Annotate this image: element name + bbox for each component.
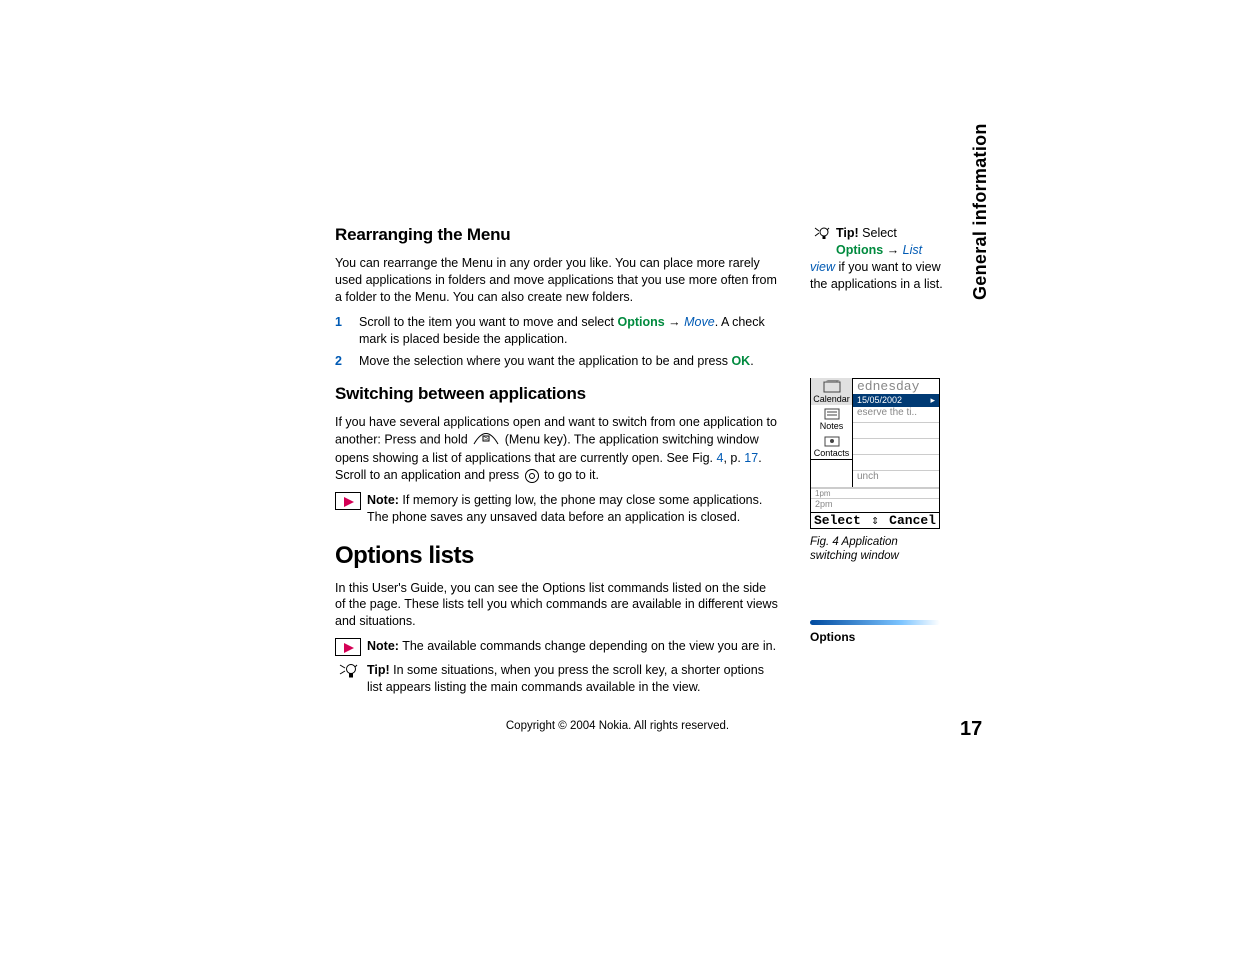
- ok-link: OK: [731, 354, 750, 368]
- note-icon: [335, 638, 361, 656]
- move-link: Move: [684, 315, 715, 329]
- paragraph: If you have several applications open an…: [335, 414, 779, 484]
- heading-switching: Switching between applications: [335, 384, 779, 404]
- page-ref: 17: [744, 451, 758, 465]
- paragraph: You can rearrange the Menu in any order …: [335, 255, 779, 306]
- menu-key-icon: S: [473, 431, 499, 450]
- t: .: [750, 354, 753, 368]
- step-number: 1: [335, 314, 349, 348]
- tip-callout: Tip! In some situations, when you press …: [335, 662, 779, 696]
- t: Scroll to the item you want to move and …: [359, 315, 617, 329]
- tip-label: Tip!: [367, 663, 390, 677]
- heading-rearranging: Rearranging the Menu: [335, 225, 779, 245]
- note-label: Note:: [367, 639, 399, 653]
- step-number: 2: [335, 353, 349, 370]
- note-callout: Note: The available commands change depe…: [335, 638, 779, 656]
- tip-icon: [335, 662, 361, 680]
- t: Move the selection where you want the ap…: [359, 354, 731, 368]
- t: In some situations, when you press the s…: [367, 663, 764, 694]
- step-2: 2 Move the selection where you want the …: [335, 353, 779, 370]
- svg-text:S: S: [484, 436, 488, 442]
- arrow: →: [665, 315, 684, 329]
- step-1: 1 Scroll to the item you want to move an…: [335, 314, 779, 348]
- t: If memory is getting low, the phone may …: [367, 493, 762, 524]
- scroll-key-icon: [525, 469, 539, 483]
- main-content: Rearranging the Menu You can rearrange t…: [335, 225, 995, 702]
- paragraph: In this User's Guide, you can see the Op…: [335, 580, 779, 631]
- copyright-footer: Copyright © 2004 Nokia. All rights reser…: [0, 720, 1235, 732]
- t: The available commands change depending …: [399, 639, 776, 653]
- note-icon: [335, 492, 361, 510]
- options-link: Options: [617, 315, 664, 329]
- heading-options-lists: Options lists: [335, 542, 779, 570]
- note-callout: Note: If memory is getting low, the phon…: [335, 492, 779, 526]
- note-label: Note:: [367, 493, 399, 507]
- page-number: 17: [960, 718, 982, 741]
